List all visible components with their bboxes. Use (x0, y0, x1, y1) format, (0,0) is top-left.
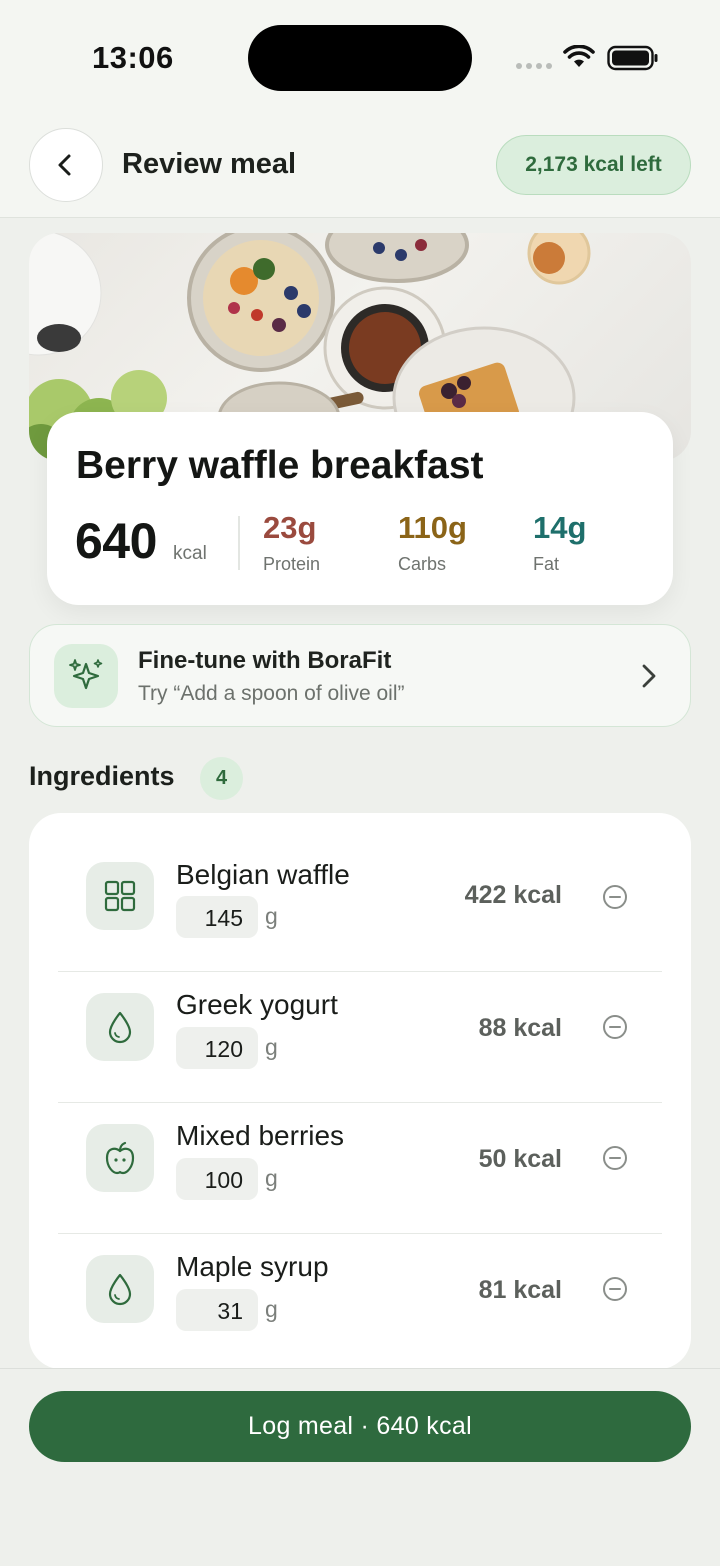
remove-ingredient-button[interactable] (602, 1014, 628, 1040)
minus-circle-icon (603, 1146, 627, 1170)
chevron-left-icon (58, 154, 71, 176)
battery-icon (607, 45, 658, 71)
grid-icon (104, 880, 136, 912)
ingredient-name: Greek yogurt (176, 989, 338, 1020)
minus-circle-icon (603, 1277, 627, 1301)
cellular-signal-icon (516, 63, 552, 69)
ingredient-unit: g (265, 1165, 278, 1191)
macro-carbs: 110g Carbs (398, 510, 467, 575)
ingredients-heading: Ingredients (29, 761, 175, 791)
finetune-subtitle: Try “Add a spoon of olive oil” (138, 682, 405, 705)
sparkle-tile (54, 644, 118, 708)
ingredient-qty-input[interactable]: 145 (176, 896, 258, 938)
finetune-title: Fine-tune with BoraFit (138, 647, 392, 674)
ingredients-list: Belgian waffle 145 g 422 kcal Greek yogu… (29, 813, 691, 1369)
remove-ingredient-button[interactable] (602, 1145, 628, 1171)
meal-name: Berry waffle breakfast (76, 444, 484, 487)
carbs-label: Carbs (398, 554, 447, 574)
back-button[interactable] (29, 128, 103, 202)
ingredient-icon-tile (86, 1124, 154, 1192)
minus-circle-icon (603, 885, 627, 909)
ingredient-unit: g (265, 903, 278, 929)
meal-summary-card: Berry waffle breakfast 640 kcal 23g Prot… (47, 412, 673, 605)
remove-ingredient-button[interactable] (602, 884, 628, 910)
chevron-right-icon (642, 664, 656, 688)
ingredient-kcal: 422 kcal (464, 881, 562, 909)
ingredient-qty-input[interactable]: 120 (176, 1027, 258, 1069)
log-meal-button[interactable]: Log meal · 640 kcal (29, 1391, 691, 1462)
ingredient-row[interactable]: Mixed berries 100 g 50 kcal (58, 1102, 662, 1233)
ingredient-unit: g (265, 1034, 278, 1060)
droplet-icon (108, 1011, 132, 1044)
carbs-value: 110g (398, 510, 467, 545)
ingredient-row[interactable]: Greek yogurt 120 g 88 kcal (58, 971, 662, 1102)
ingredient-name: Mixed berries (176, 1120, 345, 1151)
macro-protein: 23g Protein (263, 510, 320, 575)
ingredient-name: Maple syrup (176, 1251, 329, 1282)
meal-kcal-unit: kcal (173, 543, 207, 564)
fat-label: Fat (533, 554, 560, 574)
ingredient-qty-input[interactable]: 31 (176, 1289, 258, 1331)
ingredient-row[interactable]: Maple syrup 31 g 81 kcal (58, 1233, 662, 1369)
apple-icon (105, 1141, 135, 1175)
footer-bar: Log meal · 640 kcal (0, 1368, 720, 1566)
status-time: 13:06 (92, 40, 174, 75)
macro-fat: 14g Fat (533, 510, 586, 575)
ingredient-icon-tile (86, 862, 154, 930)
ingredient-icon-tile (86, 993, 154, 1061)
fat-value: 14g (533, 510, 587, 545)
droplet-icon (108, 1273, 132, 1306)
dynamic-island (248, 25, 472, 91)
ingredient-kcal: 88 kcal (478, 1014, 562, 1042)
app-header: Review meal 2,173 kcal left (0, 116, 720, 218)
page-title: Review meal (122, 148, 297, 180)
ingredient-icon-tile (86, 1255, 154, 1323)
protein-value: 23g (263, 510, 317, 545)
ingredient-qty-input[interactable]: 100 (176, 1158, 258, 1200)
meal-kcal-value: 640 (75, 513, 157, 569)
macro-divider (238, 516, 240, 570)
ingredient-name: Belgian waffle (176, 859, 350, 890)
remove-ingredient-button[interactable] (602, 1276, 628, 1302)
ingredients-count-badge: 4 (200, 757, 243, 800)
ingredient-unit: g (265, 1296, 278, 1322)
ingredient-kcal: 81 kcal (478, 1276, 562, 1304)
sparkles-icon (69, 659, 103, 690)
wifi-icon (563, 45, 595, 67)
finetune-card[interactable]: Fine-tune with BoraFit Try “Add a spoon … (29, 624, 691, 727)
status-bar: 13:06 (0, 0, 720, 116)
ingredient-row[interactable]: Belgian waffle 145 g 422 kcal (58, 813, 662, 944)
kcal-left-badge: 2,173 kcal left (496, 135, 691, 195)
protein-label: Protein (263, 554, 321, 574)
ingredient-kcal: 50 kcal (478, 1145, 562, 1173)
minus-circle-icon (603, 1015, 627, 1039)
